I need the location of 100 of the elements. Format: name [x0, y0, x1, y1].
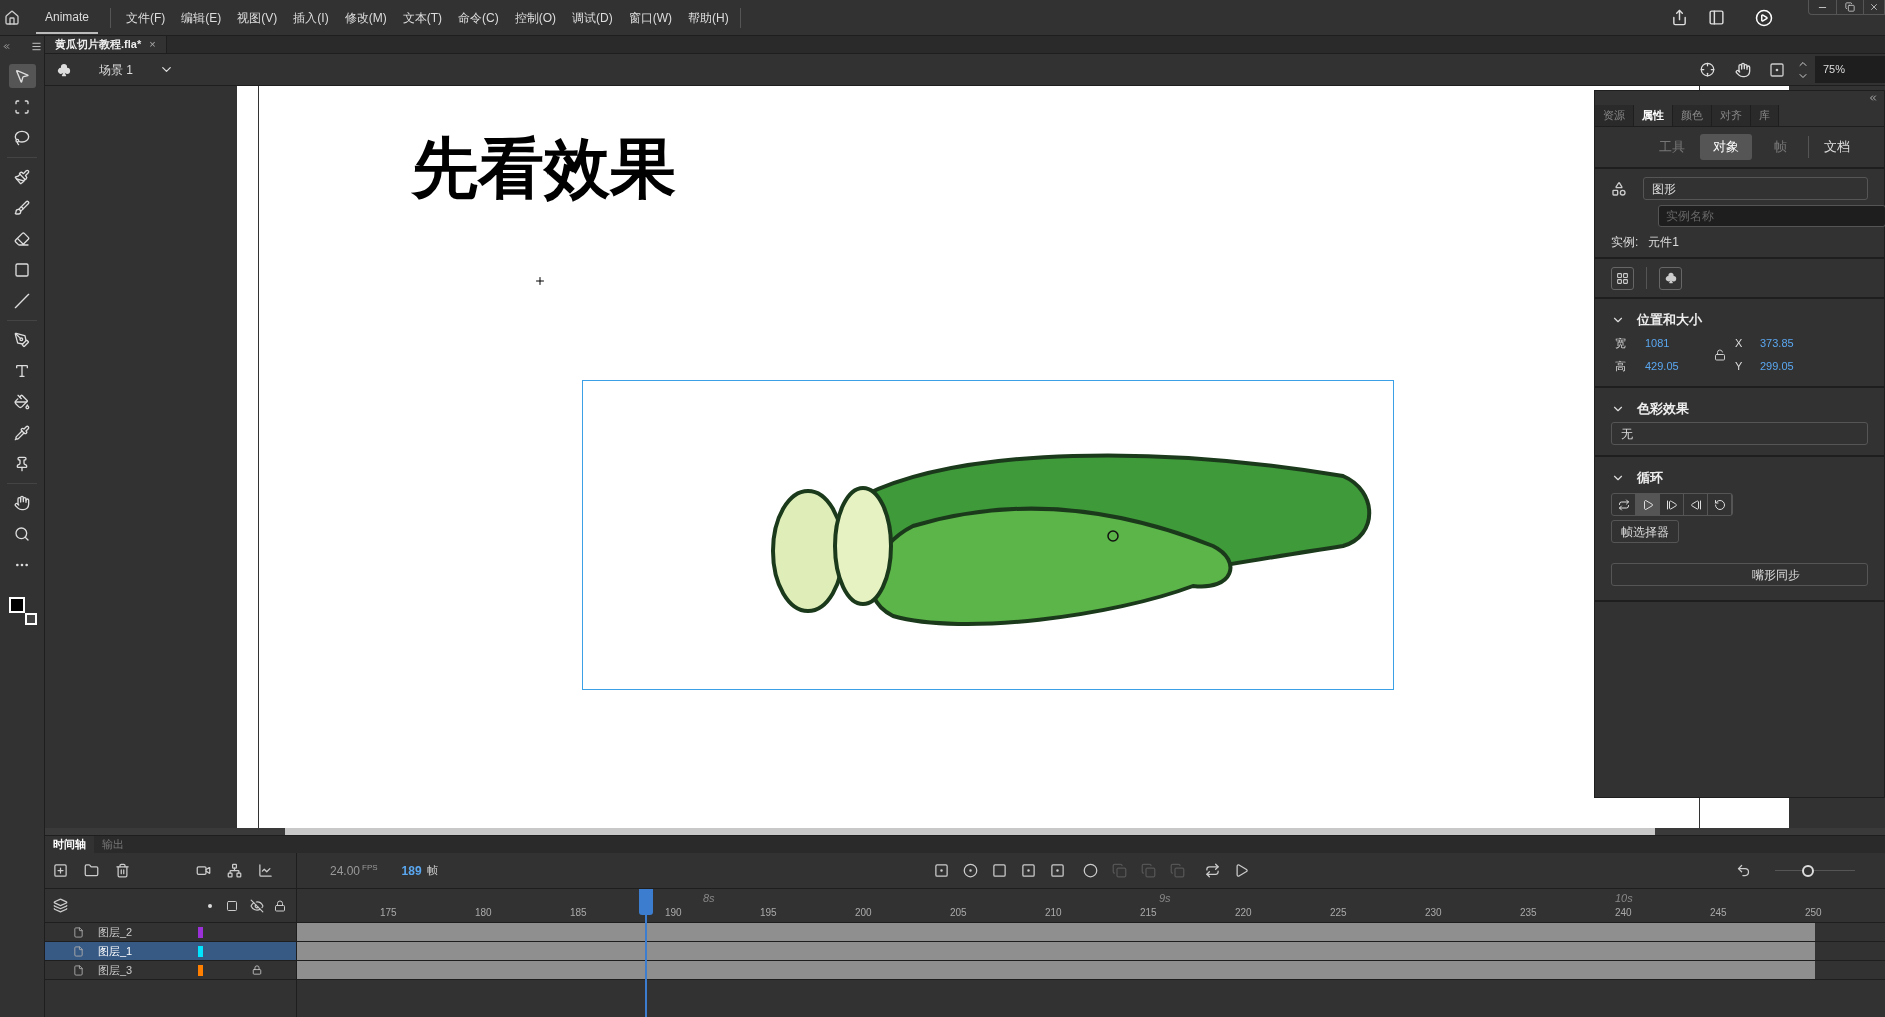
undo-icon[interactable] — [1736, 863, 1751, 878]
menu-item[interactable]: 调试(D) — [569, 8, 616, 27]
zoom-icon — [14, 526, 30, 542]
unlock-icon[interactable] — [1714, 348, 1726, 361]
menu-item[interactable]: 控制(O) — [511, 8, 559, 27]
grid-icon — [1616, 271, 1629, 285]
crosshair-icon[interactable] — [1700, 62, 1715, 77]
menu-item[interactable]: 视图(V) — [234, 8, 281, 27]
seconds-marker: 8s — [703, 891, 715, 906]
x-value[interactable]: 373.85 — [1760, 335, 1820, 352]
stage-heading: 先看效果 — [412, 130, 676, 207]
clubs-icon[interactable] — [57, 62, 71, 77]
object-tab[interactable]: 对象 — [1700, 134, 1752, 160]
zoom-slider-thumb[interactable] — [1802, 864, 1815, 877]
layer-color-swatch[interactable] — [198, 926, 203, 938]
frame-picker-button[interactable]: 帧选择器 — [1611, 520, 1679, 543]
close-tab-button[interactable]: × — [149, 36, 156, 53]
frame-number: 245 — [1710, 906, 1727, 920]
scene-label[interactable]: 场景 1 — [99, 60, 133, 79]
playhead-handle[interactable] — [639, 889, 653, 915]
section-title: 色彩效果 — [1637, 400, 1689, 419]
collapse-icon[interactable] — [2, 41, 11, 51]
layer-name: 图层_1 — [98, 943, 134, 959]
edit-symbol-button[interactable] — [1611, 266, 1634, 290]
zoom-slider[interactable] — [1775, 864, 1855, 877]
hand-icon — [14, 495, 30, 511]
frame-icon[interactable] — [991, 863, 1007, 878]
share-icon[interactable] — [1671, 9, 1688, 26]
panel-icon[interactable] — [1708, 9, 1725, 26]
layers-icon[interactable] — [53, 898, 68, 913]
hide-icon[interactable] — [250, 898, 264, 913]
seconds-marker: 9s — [1159, 891, 1171, 906]
folder-icon[interactable] — [84, 863, 99, 878]
loop-icon[interactable] — [1204, 863, 1220, 878]
new-layer-icon[interactable] — [53, 863, 68, 878]
instance-name-field[interactable]: 实例名称 — [1658, 205, 1885, 227]
rectangle-icon — [14, 262, 30, 278]
graph-icon[interactable] — [258, 863, 273, 878]
keyframe-icon[interactable] — [933, 863, 949, 878]
lip-sync-button[interactable]: 嘴形同步 — [1611, 563, 1868, 586]
current-frame-value[interactable]: 189 — [401, 861, 422, 880]
play-icon[interactable] — [1233, 863, 1249, 878]
symbol-icon[interactable] — [1611, 180, 1627, 197]
frame-number: 190 — [665, 906, 682, 920]
document-title: 黄瓜切片教程.fla* — [55, 37, 142, 53]
selection-box[interactable] — [582, 380, 1394, 690]
frame-number: 225 — [1330, 906, 1347, 920]
camera-icon[interactable] — [196, 863, 211, 878]
layer-row[interactable]: 图层_3 — [45, 961, 296, 980]
horizontal-scrollbar[interactable] — [285, 828, 1655, 835]
hierarchy-icon[interactable] — [227, 863, 242, 878]
eraser-icon — [14, 231, 30, 247]
panel-tab[interactable]: 对齐 — [1712, 105, 1751, 126]
app-tab[interactable]: Animate — [36, 1, 99, 34]
loop-mode-button[interactable] — [1636, 494, 1660, 515]
frame-number: 215 — [1140, 906, 1157, 920]
width-value[interactable]: 1081 — [1645, 335, 1705, 352]
frame-number: 175 — [380, 906, 397, 920]
menu-item[interactable]: 修改(M) — [341, 8, 390, 27]
delete-icon[interactable] — [115, 863, 130, 878]
panel-tab[interactable]: 资源 — [1595, 105, 1634, 126]
swap-symbol-button[interactable] — [1659, 266, 1682, 290]
symbol-type-dropdown[interactable]: 图形 — [1643, 177, 1868, 200]
fps-unit: FPS — [362, 861, 378, 874]
menu-item[interactable]: 命令(C) — [455, 8, 502, 27]
document-tab[interactable]: 黄瓜切片教程.fla* × — [45, 36, 167, 53]
menu-item[interactable]: 帮助(H) — [685, 8, 732, 27]
menu-item[interactable]: 窗口(W) — [625, 8, 675, 27]
layer-icon — [73, 964, 84, 976]
zoom-field[interactable]: 75% — [1815, 56, 1885, 83]
layer-row[interactable]: 图层_1 — [45, 942, 296, 961]
outline-icon[interactable] — [226, 899, 238, 912]
fill-color-swatch[interactable] — [25, 613, 37, 625]
collapse-icon[interactable] — [1868, 93, 1878, 103]
panel-tab[interactable]: 库 — [1751, 105, 1779, 126]
home-icon[interactable] — [4, 9, 20, 26]
menu-item[interactable]: 编辑(E) — [178, 8, 225, 27]
height-value[interactable]: 429.05 — [1645, 357, 1705, 374]
lock-icon[interactable] — [274, 899, 286, 912]
lock-icon[interactable] — [252, 965, 262, 975]
frame-unit: 帧 — [426, 862, 438, 878]
menu-item[interactable]: 文本(T) — [399, 8, 445, 27]
layer-color-swatch[interactable] — [198, 964, 203, 976]
section-title: 循环 — [1637, 469, 1663, 488]
menu-item[interactable]: 插入(I) — [290, 8, 332, 27]
fps-value[interactable]: 24.00 — [330, 861, 361, 880]
frame-number: 185 — [570, 906, 587, 920]
hand-icon[interactable] — [1735, 61, 1751, 78]
timeline-tab[interactable]: 时间轴 — [45, 836, 94, 853]
menu-icon[interactable] — [31, 40, 42, 52]
frame-number: 235 — [1520, 906, 1537, 920]
object-tab[interactable]: 文档 — [1811, 134, 1863, 160]
y-value[interactable]: 299.05 — [1760, 357, 1820, 374]
menu-item[interactable]: 文件(F) — [123, 8, 169, 27]
color-effect-dropdown[interactable]: 无 — [1611, 422, 1868, 445]
stroke-color-swatch[interactable] — [9, 597, 25, 613]
layer-color-swatch[interactable] — [198, 945, 203, 957]
panel-tab[interactable]: 颜色 — [1673, 105, 1712, 126]
play-icon[interactable] — [1755, 8, 1773, 27]
tool-button[interactable] — [8, 64, 36, 88]
